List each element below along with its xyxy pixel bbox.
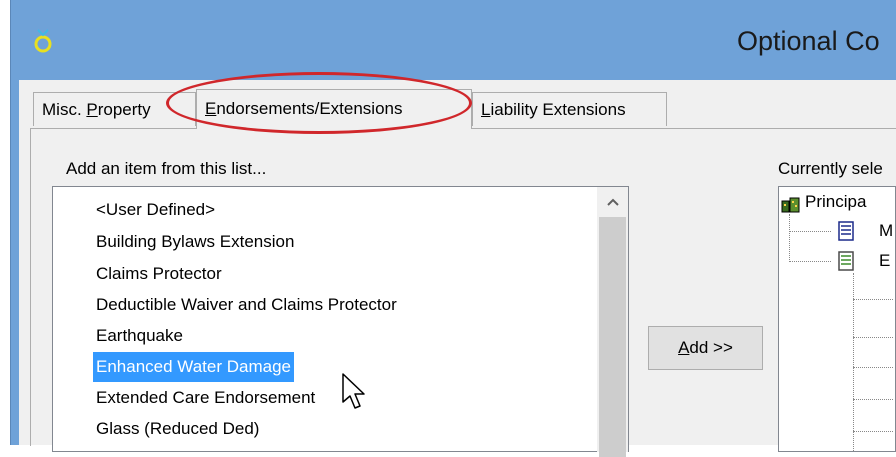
- tab-strip: Misc. Property Endorsements/Extensions L…: [19, 80, 896, 132]
- chevron-up-icon: [606, 198, 619, 206]
- currently-selected-label: Currently sele: [778, 159, 883, 178]
- window-title: Optional Co: [737, 26, 880, 56]
- add-item-label: Add an item from this list...: [66, 159, 267, 178]
- document-green-icon: [838, 251, 854, 271]
- tab-endorsements-extensions[interactable]: Endorsements/Extensions: [196, 89, 472, 129]
- scroll-thumb[interactable]: [599, 217, 626, 457]
- title-bar[interactable]: Optional Co: [11, 0, 896, 80]
- available-items-listbox[interactable]: <User Defined> Building Bylaws Extension…: [52, 186, 629, 452]
- tree-node-m[interactable]: M: [879, 221, 893, 241]
- list-item[interactable]: Building Bylaws Extension: [93, 227, 297, 257]
- tree-line: [789, 261, 831, 262]
- buildings-icon: [781, 197, 800, 213]
- tree-line: [853, 337, 893, 338]
- tree-node-principal[interactable]: Principa: [805, 192, 866, 212]
- tree-line: [853, 431, 893, 432]
- tree-line: [789, 214, 790, 262]
- tab-liability-extensions[interactable]: Liability Extensions: [472, 92, 667, 126]
- add-button[interactable]: Add >>: [648, 326, 763, 370]
- tab-misc-property[interactable]: Misc. Property: [33, 92, 196, 126]
- tree-line: [789, 231, 831, 232]
- tree-line: [853, 299, 893, 300]
- list-item-selected[interactable]: Enhanced Water Damage: [93, 352, 294, 382]
- scroll-up-button[interactable]: [597, 187, 628, 217]
- list-item[interactable]: Glass (Reduced Ded): [93, 414, 262, 444]
- list-item[interactable]: Earthquake: [93, 321, 186, 351]
- list-item[interactable]: <User Defined>: [93, 195, 218, 225]
- tree-node-e[interactable]: E: [879, 251, 890, 271]
- ring-app-icon: [34, 29, 52, 53]
- document-blue-icon: [838, 221, 854, 241]
- list-item[interactable]: Extended Care Endorsement: [93, 383, 318, 413]
- mouse-pointer-icon: [342, 373, 365, 409]
- tree-line: [853, 367, 893, 368]
- list-item[interactable]: Claims Protector: [93, 259, 225, 289]
- tree-line: [853, 399, 893, 400]
- list-item[interactable]: Deductible Waiver and Claims Protector: [93, 290, 400, 320]
- selected-items-tree[interactable]: Principa M E: [778, 186, 896, 452]
- list-scrollbar[interactable]: [597, 187, 628, 457]
